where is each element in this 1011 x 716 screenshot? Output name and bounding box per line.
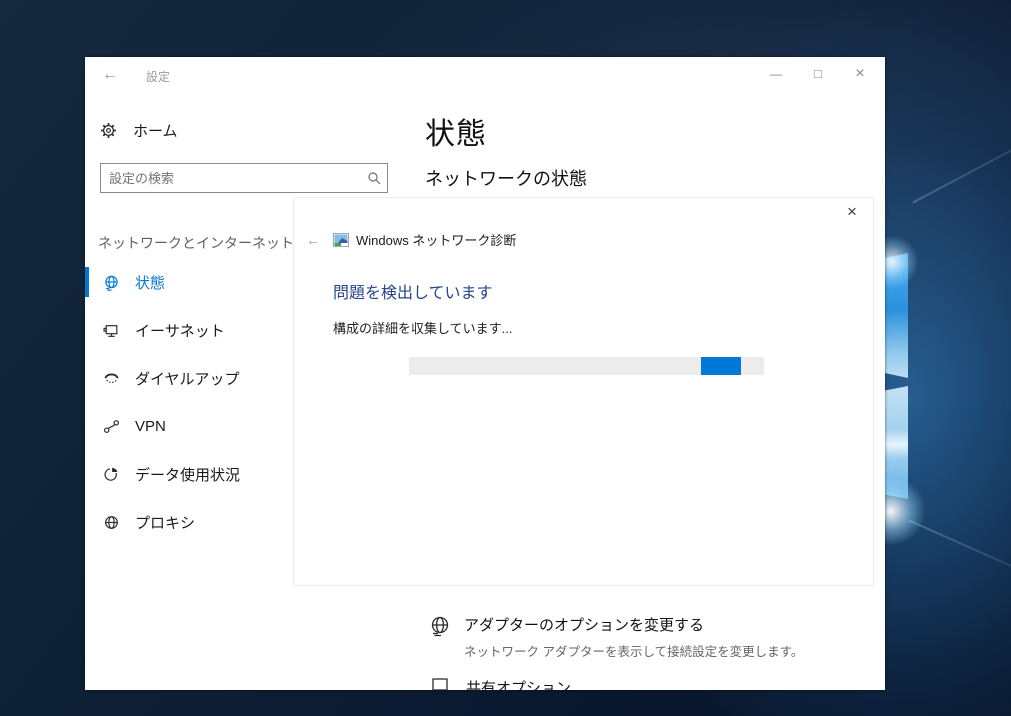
dialog-title: Windows ネットワーク診断 xyxy=(356,230,516,249)
sidebar-item-home[interactable]: ホーム xyxy=(100,120,178,141)
dialog-close-icon[interactable]: × xyxy=(839,200,865,224)
window-controls: — □ × xyxy=(755,62,881,86)
search-icon[interactable] xyxy=(361,171,387,185)
data-usage-icon xyxy=(103,466,120,483)
page-title: 状態 xyxy=(425,109,487,153)
network-diagnostics-dialog: × ← Windows ネットワーク診断 問題を検出しています 構成の詳細を収集… xyxy=(293,197,874,586)
proxy-icon xyxy=(103,514,120,531)
sidebar-item-label: ダイヤルアップ xyxy=(135,368,240,389)
wallpaper-light-ray xyxy=(908,519,1011,602)
minimize-button[interactable]: — xyxy=(755,62,797,86)
link-description: ネットワーク アダプターを表示して接続設定を変更します。 xyxy=(464,641,803,660)
dialog-status-message: 構成の詳細を収集しています... xyxy=(333,318,512,337)
dialog-back-button[interactable]: ← xyxy=(306,232,320,248)
ethernet-icon xyxy=(103,322,120,339)
sidebar-section-label: ネットワークとインターネット xyxy=(98,233,294,253)
search-input[interactable] xyxy=(101,171,361,186)
wallpaper-light-ray xyxy=(912,98,1011,203)
settings-window: ← 設定 — □ × ホーム xyxy=(85,57,885,690)
vpn-icon xyxy=(103,418,120,435)
sidebar-item-label: VPN xyxy=(135,418,166,435)
progress-bar xyxy=(409,357,764,375)
link-title: アダプターのオプションを変更する xyxy=(464,614,803,635)
titlebar-back-button[interactable]: ← xyxy=(97,64,123,86)
network-status-heading: ネットワークの状態 xyxy=(425,165,587,191)
sharing-options-icon xyxy=(430,677,454,690)
settings-search-box[interactable] xyxy=(100,163,388,193)
dialup-icon xyxy=(103,370,120,387)
sidebar-item-label: プロキシ xyxy=(135,512,195,533)
change-adapter-options-link[interactable]: アダプターのオプションを変更する ネットワーク アダプターを表示して接続設定を変… xyxy=(428,614,803,660)
sidebar-item-label: 状態 xyxy=(135,272,165,293)
network-status-icon xyxy=(103,274,120,291)
close-button[interactable]: × xyxy=(839,62,881,86)
sidebar-item-label: データ使用状況 xyxy=(135,464,240,485)
link-title: 共有オプション xyxy=(466,677,571,690)
sharing-options-link[interactable]: 共有オプション xyxy=(430,677,571,690)
progress-bar-fill xyxy=(701,357,741,375)
maximize-button[interactable]: □ xyxy=(797,62,839,86)
gear-icon xyxy=(100,122,117,139)
sidebar-home-label: ホーム xyxy=(133,120,178,141)
network-diagnostics-icon xyxy=(333,232,349,248)
network-adapter-icon xyxy=(428,614,452,638)
dialog-heading: 問題を検出しています xyxy=(333,279,493,303)
sidebar-item-label: イーサネット xyxy=(135,320,225,341)
desktop-wallpaper: ← 設定 — □ × ホーム xyxy=(0,0,1011,716)
app-title: 設定 xyxy=(146,68,170,85)
dialog-header: ← Windows ネットワーク診断 xyxy=(306,230,516,249)
